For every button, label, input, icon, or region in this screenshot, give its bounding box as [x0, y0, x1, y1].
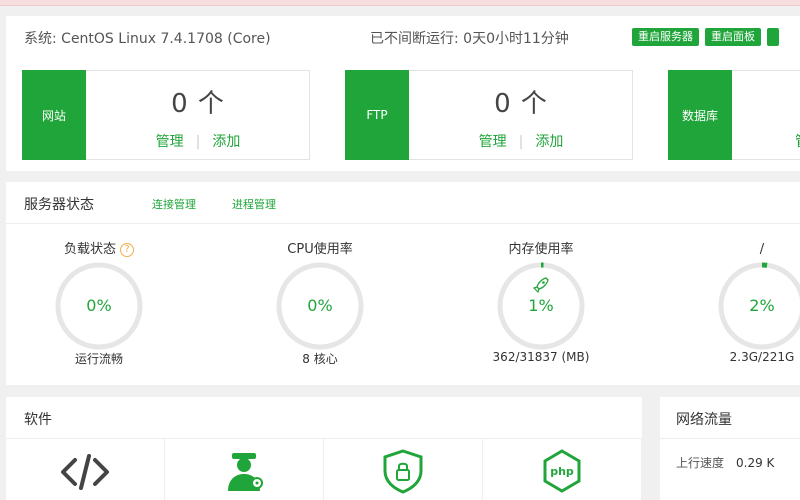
overview-card: 系统: CentOS Linux 7.4.1708 (Core) 已不间断运行:…: [6, 16, 800, 171]
software-item-security[interactable]: [324, 439, 483, 500]
memory-percent: 1%: [528, 296, 554, 315]
security-shield-icon: [383, 448, 423, 494]
site-add-link[interactable]: 添加: [212, 134, 240, 150]
cpu-gauge[interactable]: CPU使用率 0% 8 核心: [250, 240, 390, 380]
memory-gauge[interactable]: 内存使用率 1% 362/31837 (MB): [471, 240, 611, 380]
database-manage-link[interactable]: 管: [795, 134, 800, 150]
load-gauge[interactable]: 负载状态? 0% 运行流畅: [29, 240, 169, 380]
site-links: 管理 | 添加: [155, 134, 241, 150]
restart-panel-button[interactable]: 重启面板: [705, 28, 761, 46]
database-links: 管: [733, 131, 800, 151]
upload-value: 0.29 K: [736, 456, 775, 470]
disk-usage: 2.3G/221G: [729, 350, 795, 364]
more-action-button[interactable]: [767, 28, 779, 46]
admin-user-icon: [228, 452, 263, 491]
software-item-code[interactable]: [6, 439, 165, 500]
uptime-text: 已不间断运行: 0天0小时11分钟: [370, 31, 569, 47]
memory-usage: 362/31837 (MB): [492, 350, 590, 364]
upload-label: 上行速度: [676, 456, 725, 470]
code-icon: [61, 453, 109, 490]
ftp-count: 0 个: [494, 89, 548, 119]
database-stat: 数据库 管: [668, 70, 800, 160]
rocket-icon[interactable]: [532, 277, 549, 294]
server-status-header: 服务器状态 连接管理 进程管理: [6, 182, 800, 224]
connection-manage-link[interactable]: 连接管理: [152, 196, 196, 212]
server-status-title: 服务器状态: [24, 197, 94, 213]
network-card: 网络流量 上行速度 0.29 K: [660, 397, 800, 500]
site-stat: 网站 0 个 管理 | 添加: [22, 70, 310, 160]
upload-row: 上行速度 0.29 K: [676, 454, 774, 471]
restart-server-button[interactable]: 重启服务器: [632, 28, 699, 46]
load-status: 运行流畅: [74, 352, 123, 366]
cpu-gauge-title: CPU使用率: [287, 242, 353, 257]
load-gauge-title: 负载状态: [63, 242, 116, 257]
site-count: 0 个: [171, 89, 225, 119]
top-actions: 重启服务器 重启面板: [632, 28, 779, 46]
site-tag: 网站: [22, 70, 86, 160]
site-manage-link[interactable]: 管理: [156, 134, 184, 150]
server-status-card: 服务器状态 连接管理 进程管理 负载状态? 0% 运行流畅 CPU使用率 0% …: [6, 182, 800, 385]
ftp-manage-link[interactable]: 管理: [479, 134, 507, 150]
disk-gauge-title: /: [759, 242, 765, 257]
process-manage-link[interactable]: 进程管理: [232, 196, 276, 212]
php-label: php: [550, 465, 574, 478]
software-title: 软件: [24, 412, 52, 428]
memory-gauge-title: 内存使用率: [508, 242, 574, 257]
php-icon: php: [543, 448, 581, 493]
ftp-add-link[interactable]: 添加: [535, 134, 563, 150]
software-header: 软件: [6, 397, 642, 439]
network-header: 网络流量: [660, 397, 800, 439]
help-icon[interactable]: ?: [120, 243, 134, 257]
system-info: 系统: CentOS Linux 7.4.1708 (Core): [24, 31, 271, 47]
ftp-links: 管理 | 添加: [478, 134, 564, 150]
network-title: 网络流量: [676, 412, 732, 428]
ftp-tag: FTP: [345, 70, 409, 160]
disk-gauge[interactable]: / 2% 2.3G/221G: [692, 240, 800, 380]
cpu-cores: 8 核心: [302, 352, 338, 366]
load-percent: 0%: [86, 296, 112, 315]
software-grid: php: [6, 439, 642, 500]
software-item-admin[interactable]: [165, 439, 324, 500]
database-tag: 数据库: [668, 70, 732, 160]
cpu-percent: 0%: [307, 296, 333, 315]
software-item-php[interactable]: php: [483, 439, 642, 500]
alert-strip: [0, 0, 800, 6]
software-card: 软件 php: [6, 397, 642, 500]
ftp-stat: FTP 0 个 管理 | 添加: [345, 70, 633, 160]
disk-percent: 2%: [749, 296, 775, 315]
